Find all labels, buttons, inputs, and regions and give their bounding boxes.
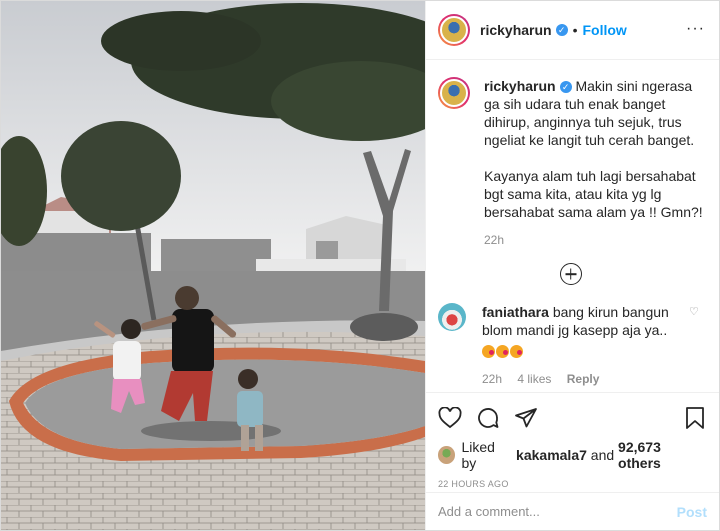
instagram-post: rickyharun ✓ • Follow ··· rickyharun ✓ Ma…	[0, 0, 720, 531]
comment-avatar[interactable]	[438, 303, 466, 331]
load-more-comments	[438, 263, 703, 285]
heart-icon[interactable]	[438, 407, 462, 429]
more-options-icon[interactable]: ···	[686, 20, 705, 38]
header-username[interactable]: rickyharun	[480, 22, 552, 38]
likes-prefix: Liked by	[461, 439, 495, 471]
comment-time[interactable]: 22h	[482, 372, 502, 386]
caption-meta: 22h	[484, 231, 703, 249]
reply-button[interactable]: Reply	[567, 372, 600, 386]
likes-and: and	[590, 447, 615, 463]
bookmark-icon[interactable]	[685, 407, 705, 429]
comment-like-heart-icon[interactable]: ♡	[689, 303, 703, 388]
verified-badge-icon: ✓	[555, 24, 568, 36]
caption-avatar[interactable]	[438, 77, 470, 109]
post-timestamp[interactable]: 22 HOURS AGO	[438, 479, 705, 489]
avatar-image	[440, 16, 468, 44]
comments-section[interactable]: rickyharun ✓ Makin sini ngerasa ga sih ud…	[426, 61, 719, 391]
avatar-image	[440, 79, 468, 107]
avatar[interactable]	[438, 14, 470, 46]
caption-body: rickyharun ✓ Makin sini ngerasa ga sih ud…	[484, 77, 703, 249]
photo-illustration	[1, 1, 425, 530]
caption-text-2: Kayanya alam tuh lagi bersahabat bgt sam…	[484, 168, 703, 220]
post-photo[interactable]	[1, 1, 425, 530]
comment-meta: 22h 4 likes Reply	[482, 370, 689, 388]
caption: rickyharun ✓ Makin sini ngerasa ga sih ud…	[438, 77, 703, 249]
comment-icon[interactable]	[476, 406, 500, 430]
comment-username[interactable]: faniathara	[482, 304, 549, 320]
comment-body: faniathara bang kirun bangun blom mandi …	[482, 303, 689, 388]
plus-circle-icon[interactable]	[559, 263, 582, 285]
add-comment-bar: Post	[426, 492, 719, 530]
verified-badge-icon: ✓	[559, 81, 572, 93]
comment-item: faniathara bang kirun bangun blom mandi …	[438, 303, 703, 388]
caption-username[interactable]: rickyharun	[484, 78, 556, 94]
follow-button[interactable]: Follow	[583, 22, 627, 38]
likes-summary: Liked by kakamala7 and 92,673 others	[438, 439, 705, 471]
comment-emojis	[482, 342, 689, 360]
post-actions: Liked by kakamala7 and 92,673 others 22 …	[426, 392, 719, 489]
share-icon[interactable]	[514, 407, 538, 429]
liker-username[interactable]: kakamala7	[516, 447, 587, 463]
liker-avatar[interactable]	[438, 446, 456, 464]
kiss-emoji-icon	[510, 345, 523, 358]
kiss-emoji-icon	[496, 345, 509, 358]
kiss-emoji-icon	[482, 345, 495, 358]
post-header: rickyharun ✓ • Follow ···	[426, 1, 719, 60]
header-user: rickyharun ✓ • Follow	[480, 22, 627, 38]
caption-time[interactable]: 22h	[484, 233, 504, 247]
post-comment-button[interactable]: Post	[677, 504, 707, 520]
likes-count[interactable]: 92,673 others	[618, 439, 705, 471]
add-comment-input[interactable]	[438, 504, 677, 519]
action-icons	[438, 403, 705, 433]
post-side-panel: rickyharun ✓ • Follow ··· rickyharun ✓ Ma…	[425, 1, 719, 530]
header-separator: •	[572, 22, 578, 38]
comment-likes[interactable]: 4 likes	[517, 372, 551, 386]
